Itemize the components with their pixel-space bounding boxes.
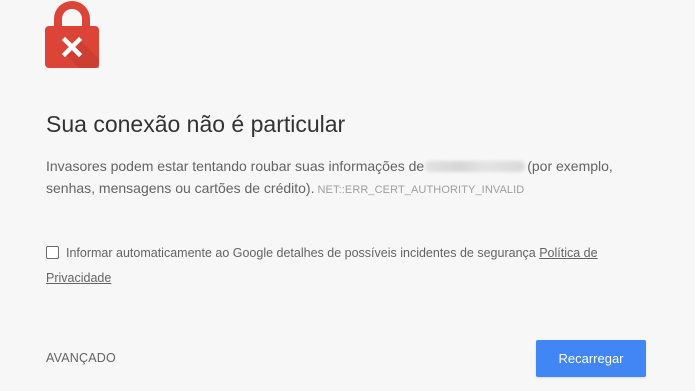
optin-label: Informar automaticamente ao Google detal…	[66, 246, 536, 260]
error-description: Invasores podem estar tentando roubar su…	[46, 155, 656, 201]
description-text-before: Invasores podem estar tentando roubar su…	[46, 158, 425, 174]
report-checkbox[interactable]	[46, 246, 59, 259]
page-title: Sua conexão não é particular	[46, 111, 346, 137]
lock-error-icon	[45, 1, 99, 68]
safe-browsing-optin: Informar automaticamente ao Google detal…	[46, 241, 656, 291]
interstitial-page: Sua conexão não é particular Invasores p…	[0, 0, 695, 391]
advanced-button[interactable]: AVANÇADO	[46, 351, 116, 365]
error-code: NET::ERR_CERT_AUTHORITY_INVALID	[317, 184, 525, 196]
blurred-domain	[425, 161, 526, 172]
reload-button[interactable]: Recarregar	[536, 340, 646, 377]
